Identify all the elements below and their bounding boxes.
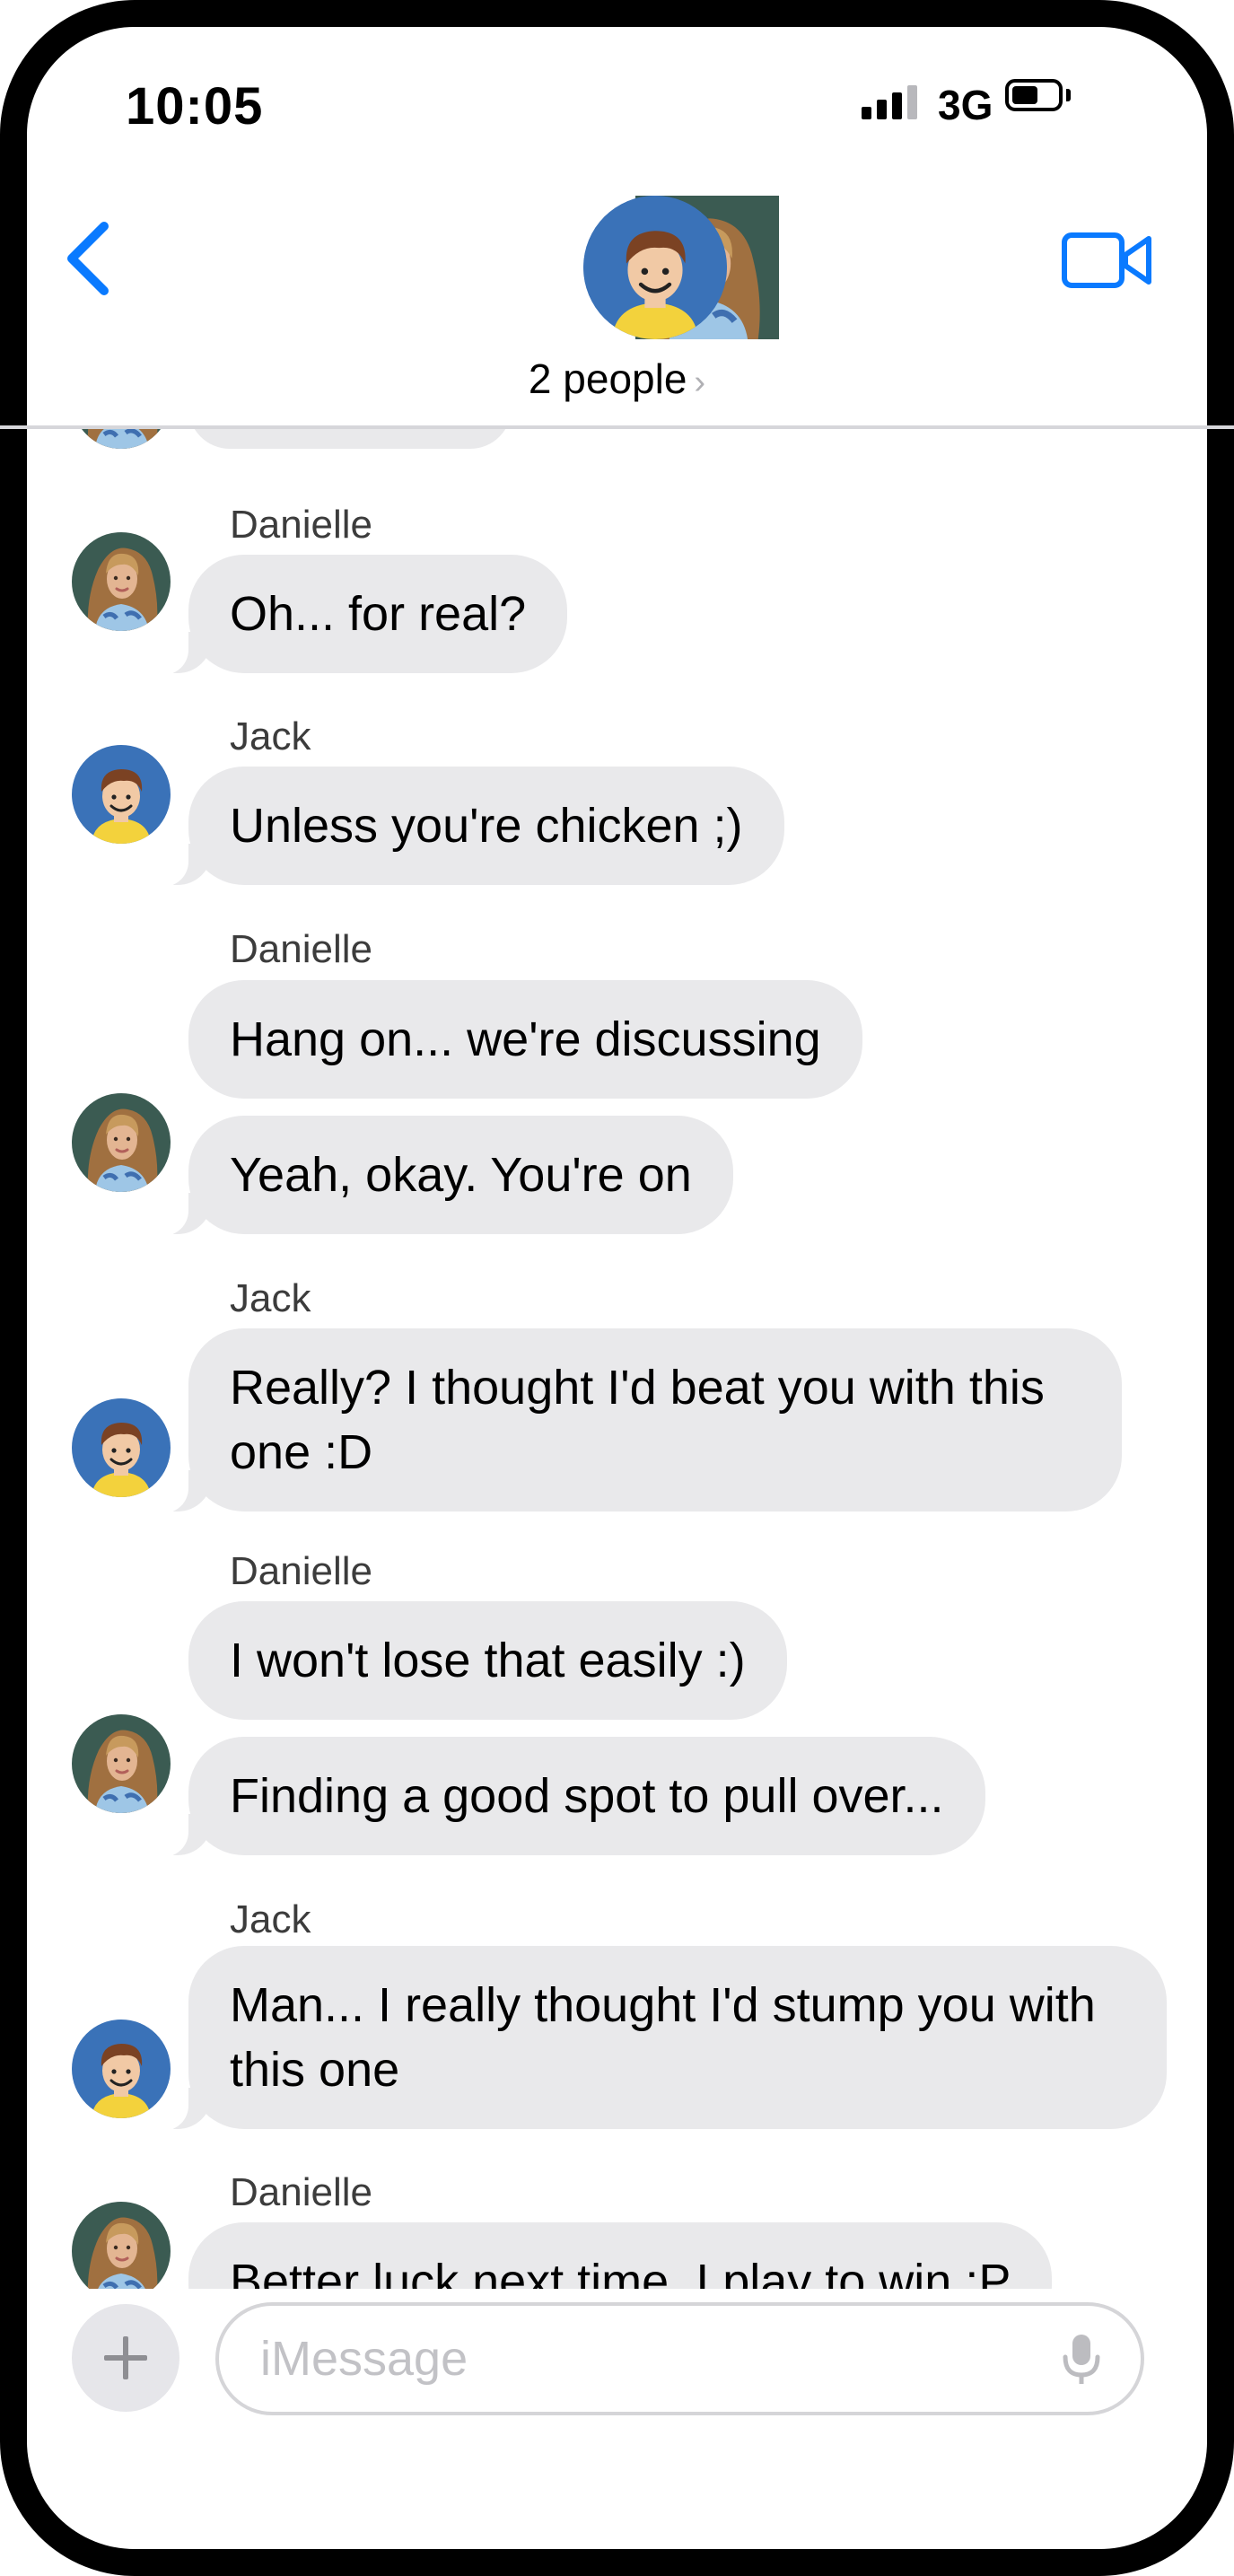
jack-group-avatar — [583, 196, 727, 339]
chevron-left-icon — [67, 222, 109, 295]
message-bubble[interactable]: I won't lose that easily :) — [188, 1601, 787, 1720]
message-text: Man... I really thought I'd stump you wi… — [230, 1978, 1096, 2032]
message-bubble[interactable]: Man... I really thought I'd stump you wi… — [153, 1946, 1167, 2131]
message-bubble[interactable]: Unless you're chicken ;) — [153, 767, 784, 887]
message-text: I won't lose that easily :) — [230, 1634, 746, 1687]
message-text-line2: this one — [230, 2043, 400, 2097]
group-avatar[interactable] — [583, 196, 781, 339]
status-time: 10:05 — [126, 77, 264, 136]
chevron-right-icon: › — [694, 364, 706, 401]
microphone-icon — [1063, 2335, 1100, 2384]
network-type: 3G — [938, 82, 993, 128]
jack-avatar — [72, 2020, 171, 2118]
back-button[interactable] — [56, 214, 127, 303]
sender-name: Danielle — [230, 503, 372, 547]
message-text: Unless you're chicken ;) — [230, 799, 743, 853]
sender-name: Jack — [230, 1276, 311, 1320]
message-bubble[interactable]: Hang on... we're discussing — [188, 980, 862, 1099]
battery-icon — [1005, 79, 1063, 111]
sender-name: Jack — [230, 1897, 311, 1941]
danielle-avatar — [72, 429, 171, 449]
apps-plus-button[interactable] — [72, 2304, 179, 2412]
message-bubble[interactable]: Finding a good spot to pull over... — [153, 1737, 985, 1857]
cellular-signal-icon — [862, 83, 917, 119]
danielle-avatar — [72, 1714, 171, 1813]
clipped-message-bubble — [188, 429, 512, 449]
group-name[interactable]: 2 people › — [0, 355, 1234, 403]
sender-name: Jack — [230, 714, 311, 758]
battery-cap — [1066, 89, 1071, 101]
message-bubble[interactable]: Yeah, okay. You're on — [153, 1116, 733, 1236]
message-text: Really? I thought I'd beat you with this — [230, 1361, 1045, 1415]
message-text: Finding a good spot to pull over... — [230, 1769, 944, 1823]
danielle-avatar — [72, 1093, 171, 1192]
danielle-avatar — [72, 2202, 171, 2289]
video-call-button[interactable] — [1059, 224, 1158, 296]
message-text: Yeah, okay. You're on — [230, 1148, 692, 1202]
danielle-avatar — [72, 532, 171, 631]
message-text: Oh... for real? — [230, 587, 527, 641]
message-text: Hang on... we're discussing — [230, 1012, 821, 1066]
sender-name: Danielle — [230, 927, 372, 971]
imessage-input[interactable] — [215, 2302, 1144, 2415]
dictation-button[interactable] — [1059, 2332, 1104, 2388]
video-camera-icon — [1062, 232, 1151, 288]
people-count-label: 2 people — [528, 355, 687, 402]
sender-name: Danielle — [230, 2170, 372, 2214]
sender-name: Danielle — [230, 1549, 372, 1593]
jack-avatar — [72, 1398, 171, 1497]
message-bubble[interactable]: Really? I thought I'd beat you with this… — [153, 1328, 1122, 1513]
message-bubble[interactable]: Better luck next time. I play to win :P — [188, 2222, 1053, 2289]
jack-avatar — [72, 745, 171, 844]
message-bubble[interactable]: Oh... for real? — [152, 555, 568, 675]
message-text: Better luck next time. I play to win :P — [230, 2255, 1011, 2289]
message-thread[interactable]: Danielle Oh... for real? Jack Unless you… — [0, 429, 1234, 2289]
message-text-line2: one :D — [230, 1425, 373, 1479]
